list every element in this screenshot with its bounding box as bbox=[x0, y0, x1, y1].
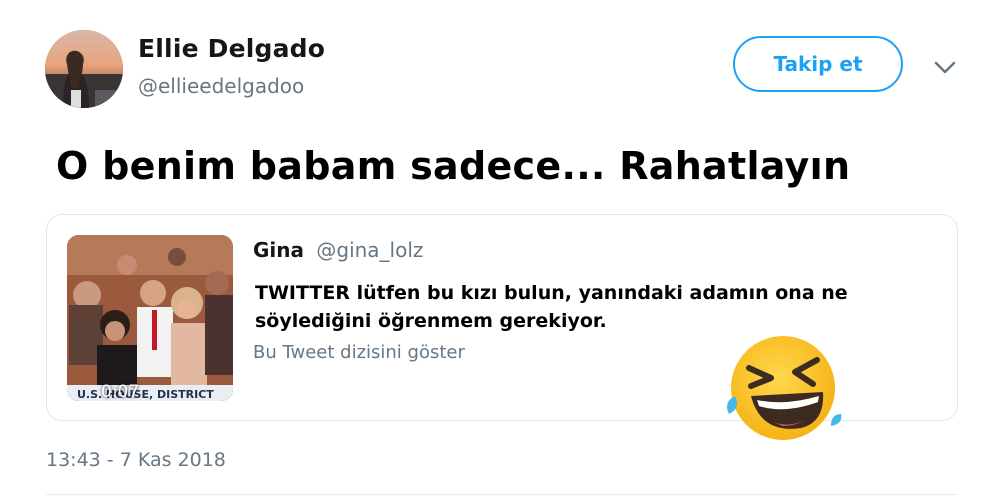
chevron-down-icon bbox=[934, 61, 956, 74]
rolling-laughing-emoji-icon bbox=[721, 330, 845, 446]
video-thumbnail[interactable]: U.S. HOUSE, DISTRICT 0:07 bbox=[67, 235, 233, 401]
more-menu-button[interactable] bbox=[930, 56, 960, 80]
display-name[interactable]: Ellie Delgado bbox=[138, 34, 325, 63]
divider bbox=[46, 494, 958, 495]
tweet-timestamp[interactable]: 13:43 - 7 Kas 2018 bbox=[46, 449, 226, 471]
username[interactable]: @ellieedelgadoo bbox=[138, 74, 304, 98]
quoted-tweet-text: TWITTER lütfen bu kızı bulun, yanındaki … bbox=[255, 282, 848, 332]
quoted-author-handle: @gina_lolz bbox=[316, 238, 424, 262]
video-duration: 0:07 bbox=[101, 382, 140, 401]
quoted-author[interactable]: Gina @gina_lolz bbox=[253, 238, 423, 262]
video-caption: U.S. HOUSE, DISTRICT bbox=[77, 388, 214, 401]
video-frame: U.S. HOUSE, DISTRICT bbox=[67, 235, 233, 401]
avatar-photo bbox=[45, 30, 123, 108]
tweet-text: O benim babam sadece... Rahatlayın bbox=[56, 144, 851, 188]
avatar[interactable] bbox=[45, 30, 123, 108]
quoted-author-name: Gina bbox=[253, 238, 305, 262]
follow-button[interactable]: Takip et bbox=[733, 36, 903, 92]
show-thread-link[interactable]: Bu Tweet dizisini göster bbox=[253, 342, 465, 363]
